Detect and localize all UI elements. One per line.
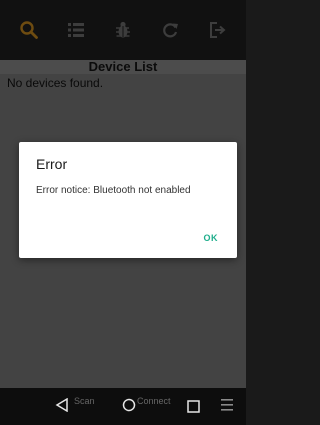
menu-icon — [221, 399, 233, 411]
system-nav-bar: Scan Connect — [0, 388, 246, 425]
page-title: Device List — [88, 59, 158, 74]
list-icon — [68, 23, 85, 37]
scan-label: Scan — [74, 396, 95, 406]
exit-button[interactable] — [201, 14, 233, 46]
connect-label: Connect — [137, 396, 171, 406]
list-button[interactable] — [60, 14, 92, 46]
search-icon — [20, 21, 39, 39]
ok-button[interactable]: OK — [204, 233, 219, 243]
home-icon — [122, 398, 136, 412]
top-toolbar — [0, 0, 246, 60]
recent-apps-icon — [187, 400, 200, 413]
refresh-icon — [162, 23, 178, 38]
home-connect-button[interactable]: Connect — [122, 396, 171, 412]
menu-button[interactable] — [220, 397, 234, 413]
dialog-title: Error — [36, 156, 68, 172]
list-header: Device List — [0, 60, 246, 74]
empty-state-text: No devices found. — [7, 76, 104, 90]
bug-icon — [115, 21, 130, 38]
search-button[interactable] — [13, 14, 45, 46]
back-icon — [55, 398, 68, 412]
error-dialog: Error Error notice: Bluetooth not enable… — [19, 142, 237, 258]
dialog-message: Error notice: Bluetooth not enabled — [36, 185, 191, 196]
refresh-button[interactable] — [154, 14, 186, 46]
exit-icon — [209, 22, 226, 38]
back-scan-button[interactable]: Scan — [55, 396, 95, 412]
recent-apps-button[interactable] — [187, 400, 200, 413]
debug-button[interactable] — [107, 14, 139, 46]
